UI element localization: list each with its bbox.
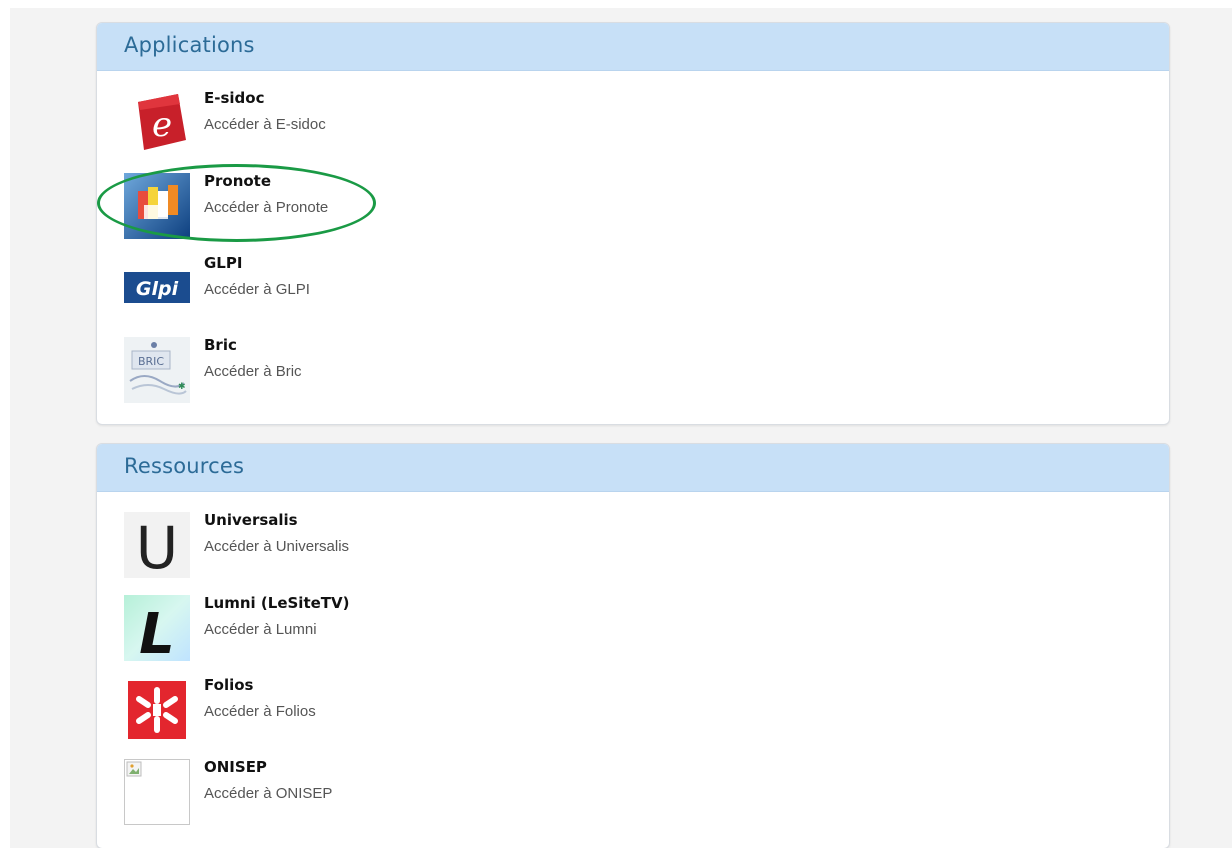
item-link[interactable]: Accéder à Universalis <box>204 538 349 555</box>
svg-text:L: L <box>139 602 175 661</box>
item-link[interactable]: Accéder à Bric <box>204 363 302 380</box>
item-link[interactable]: Accéder à E-sidoc <box>204 116 326 133</box>
resource-item-onisep[interactable]: ONISEP Accéder à ONISEP <box>124 758 724 829</box>
item-name: Bric <box>204 336 237 354</box>
universalis-logo-icon: U <box>124 512 190 578</box>
item-link[interactable]: Accéder à Folios <box>204 703 316 720</box>
resource-item-folios[interactable]: Folios Accéder à Folios <box>124 676 724 747</box>
item-name: Folios <box>204 676 254 694</box>
ressources-title: Ressources <box>124 454 245 478</box>
svg-text:Glpi: Glpi <box>136 278 179 300</box>
app-item-esidoc[interactable]: e E-sidoc Accéder à E-sidoc <box>124 89 724 160</box>
page: Applications e E-sidoc Accéder à E-sidoc <box>0 0 1232 848</box>
item-link[interactable]: Accéder à GLPI <box>204 281 310 298</box>
item-link[interactable]: Accéder à Pronote <box>204 199 328 216</box>
ressources-header: Ressources <box>97 444 1169 492</box>
applications-panel: Applications e E-sidoc Accéder à E-sidoc <box>96 22 1170 425</box>
resource-item-lumni[interactable]: L Lumni (LeSiteTV) Accéder à Lumni <box>124 594 724 665</box>
item-link[interactable]: Accéder à Lumni <box>204 621 317 638</box>
resource-item-universalis[interactable]: U Universalis Accéder à Universalis <box>124 511 724 582</box>
item-name: E-sidoc <box>204 89 265 107</box>
folios-logo-icon <box>128 681 186 739</box>
svg-text:U: U <box>136 514 178 578</box>
item-name: Lumni (LeSiteTV) <box>204 594 350 612</box>
app-item-bric[interactable]: BRIC ✱ Bric Accéder à Bric <box>124 336 724 407</box>
item-name: Pronote <box>204 172 272 190</box>
svg-text:BRIC: BRIC <box>138 355 164 368</box>
app-item-pronote[interactable]: Pronote Accéder à Pronote <box>124 172 724 243</box>
applications-header: Applications <box>97 23 1169 71</box>
item-name: ONISEP <box>204 758 267 776</box>
esidoc-logo-icon: e <box>138 94 186 150</box>
pronote-logo-icon <box>124 173 190 239</box>
bric-logo-icon: BRIC ✱ <box>124 337 190 403</box>
item-link[interactable]: Accéder à ONISEP <box>204 785 332 802</box>
glpi-logo-icon: Glpi <box>124 272 190 303</box>
svg-text:e: e <box>152 105 172 145</box>
ressources-panel: Ressources U Universalis Accéder à Unive… <box>96 443 1170 848</box>
broken-image-icon <box>124 759 190 825</box>
item-name: Universalis <box>204 511 298 529</box>
applications-title: Applications <box>124 33 255 57</box>
svg-text:✱: ✱ <box>178 382 186 392</box>
item-name: GLPI <box>204 254 243 272</box>
app-item-glpi[interactable]: Glpi GLPI Accéder à GLPI <box>124 254 724 325</box>
lumni-logo-icon: L <box>124 595 190 661</box>
